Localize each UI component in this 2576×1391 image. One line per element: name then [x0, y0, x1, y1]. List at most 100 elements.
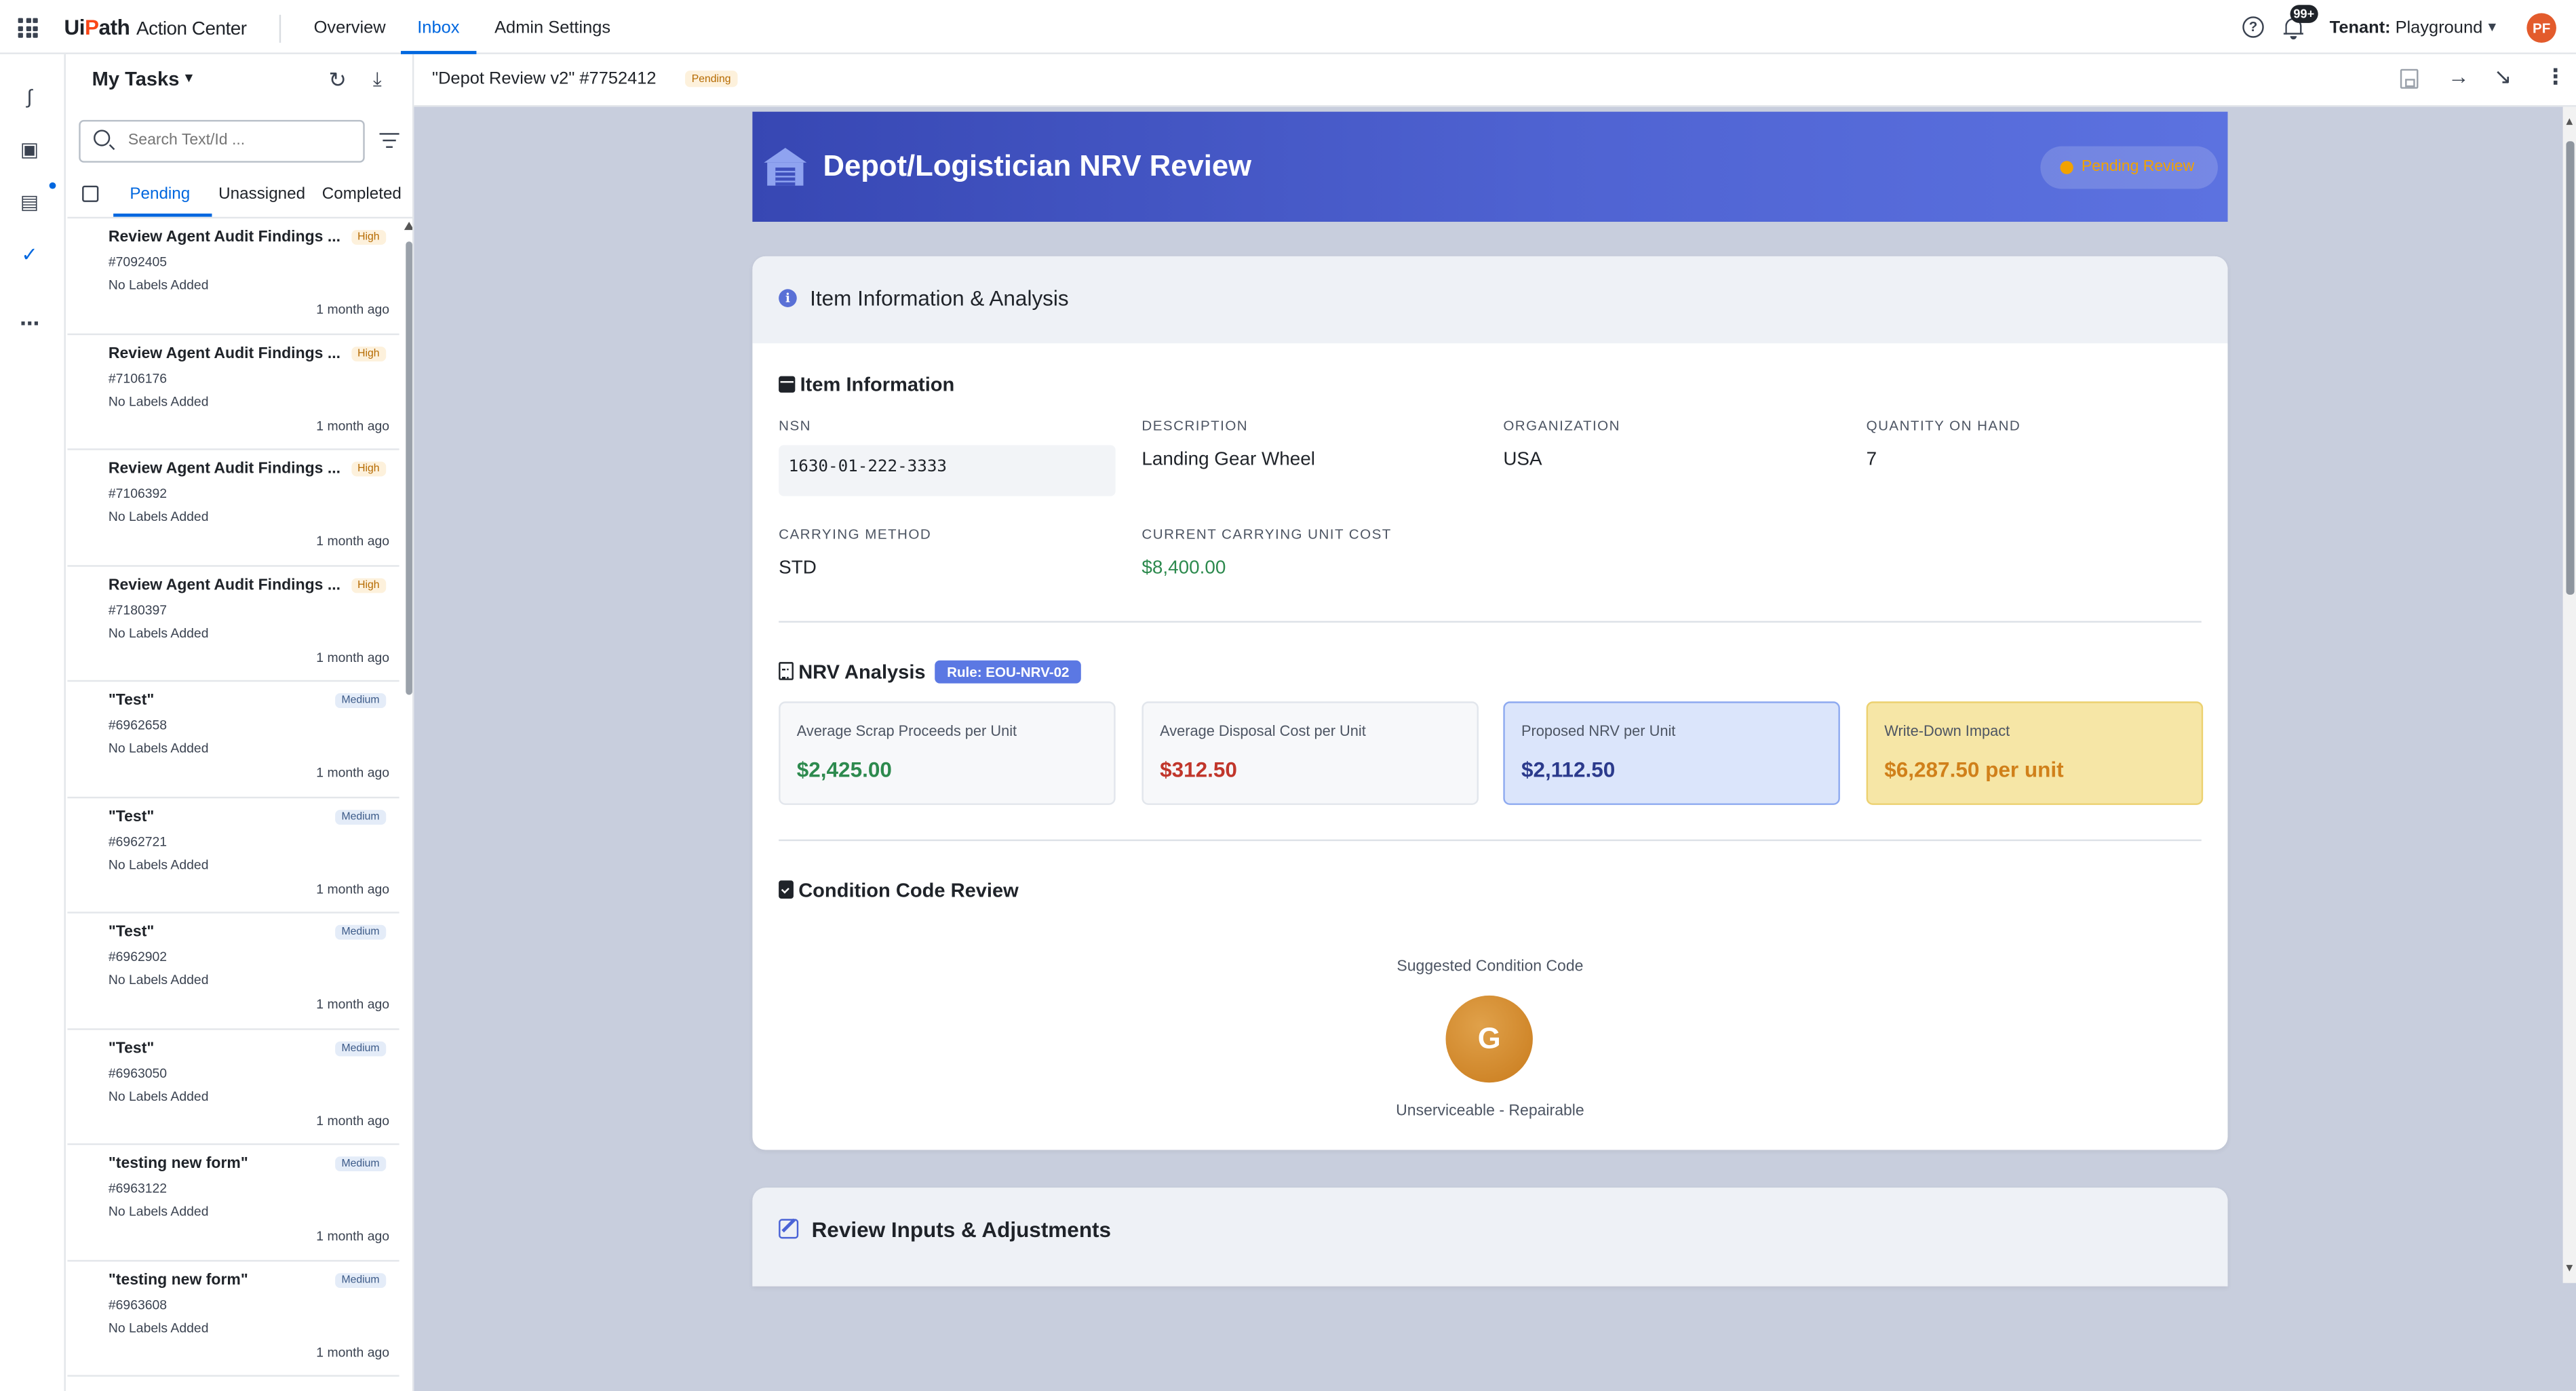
task-list-item[interactable]: Review Agent Audit Findings ... High #7092… — [67, 218, 399, 334]
save-icon[interactable] — [2400, 68, 2419, 89]
task-list: Review Agent Audit Findings ... High #7092… — [67, 218, 399, 1377]
organization-value: USA — [1503, 450, 1542, 470]
scroll-thumb[interactable] — [2566, 141, 2575, 595]
trend-icon[interactable]: ↘ — [2494, 64, 2512, 90]
task-id: #6962721 — [108, 834, 168, 849]
nsn-label: NSN — [779, 417, 811, 434]
carrying-method-label: CARRYING METHOD — [779, 526, 932, 543]
refresh-icon[interactable]: ↻ — [328, 67, 346, 94]
task-list-item[interactable]: "Test" Medium #6962902 No Labels Added 1 mon… — [67, 914, 399, 1030]
nsn-value: 1630-01-222-3333 — [788, 458, 947, 477]
nav-admin-settings[interactable]: Admin Settings — [494, 0, 610, 54]
edit-icon — [779, 1219, 799, 1239]
processes-icon[interactable]: ∫ — [18, 85, 41, 109]
action-center-app: UiPath Action Center Overview Inbox Admin… — [0, 0, 2576, 1391]
task-time: 1 month ago — [316, 1344, 390, 1360]
task-labels: No Labels Added — [108, 1320, 209, 1335]
description-value: Landing Gear Wheel — [1141, 450, 1315, 470]
task-header: "Depot Review v2" #7752412 Pending → ↘ ⋮ — [414, 54, 2576, 107]
metric-value: $2,425.00 — [796, 757, 892, 782]
pending-review-badge: Pending Review — [2040, 146, 2218, 189]
scroll-down-arrow[interactable] — [2566, 1265, 2573, 1272]
task-id: #7106392 — [108, 486, 168, 501]
task-list-item[interactable]: Review Agent Audit Findings ... High #7106… — [67, 450, 399, 566]
arrow-right-icon[interactable]: → — [2448, 64, 2469, 88]
calendar-icon — [779, 376, 796, 393]
task-id: #6963122 — [108, 1181, 168, 1196]
form-scrollbar[interactable] — [2564, 112, 2576, 1282]
priority-badge: High — [351, 345, 387, 361]
warehouse-icon — [764, 147, 807, 187]
description-label: DESCRIPTION — [1141, 417, 1249, 434]
unit-cost-label: CURRENT CARRYING UNIT COST — [1141, 526, 1392, 543]
scroll-up-arrow[interactable] — [404, 221, 412, 231]
select-all-checkbox[interactable] — [82, 185, 99, 202]
tab-pending[interactable]: Pending — [130, 186, 190, 204]
tenant-selector[interactable]: Playground — [2396, 18, 2483, 38]
priority-badge: Medium — [334, 693, 387, 708]
task-id: #7180397 — [108, 602, 168, 617]
tab-unassigned[interactable]: Unassigned — [218, 186, 305, 204]
more-vertical-icon[interactable]: ⋮ — [2545, 64, 2566, 90]
task-title: Review Agent Audit Findings ... — [108, 575, 341, 594]
priority-badge: Medium — [334, 1272, 387, 1287]
chevron-down-icon[interactable]: ▼ — [2486, 20, 2499, 35]
task-time: 1 month ago — [316, 1228, 390, 1244]
task-list-item[interactable]: "Test" Medium #6962721 No Labels Added 1 mon… — [67, 798, 399, 914]
brand-logo[interactable]: UiPath Action Center — [64, 15, 247, 39]
scrollbar[interactable] — [401, 218, 412, 1391]
task-title: "testing new form" — [108, 1154, 248, 1173]
more-icon[interactable]: ⋯ — [18, 312, 41, 335]
task-list-item[interactable]: "testing new form" Medium #6963608 No Label… — [67, 1261, 399, 1377]
nav-inbox[interactable]: Inbox — [401, 0, 476, 54]
chevron-down-icon[interactable]: ▼ — [182, 71, 195, 85]
task-list-item[interactable]: Review Agent Audit Findings ... High #7180… — [67, 566, 399, 682]
help-icon[interactable]: ? — [2242, 16, 2264, 38]
task-id: #6962902 — [108, 949, 168, 964]
task-time: 1 month ago — [316, 881, 390, 897]
carrying-method-value: STD — [779, 558, 817, 579]
download-icon[interactable]: ⤓ — [373, 67, 382, 92]
nrv-analysis-heading: NRV Analysis Rule: EOU-NRV-02 — [779, 660, 1081, 684]
filter-icon[interactable] — [379, 133, 399, 152]
clipboard-check-icon — [779, 880, 794, 899]
robot-icon[interactable]: ▤ — [18, 191, 41, 214]
left-rail: ∫ ▣ ▤ ✓ ⋯ — [0, 54, 66, 1391]
my-tasks-dropdown[interactable]: My Tasks — [92, 67, 180, 90]
task-title: "Test" — [108, 923, 155, 941]
metric-label: Average Disposal Cost per Unit — [1160, 722, 1366, 739]
scroll-up-arrow[interactable] — [2566, 118, 2573, 125]
task-list-item[interactable]: Review Agent Audit Findings ... High #7106… — [67, 334, 399, 450]
task-labels: No Labels Added — [108, 509, 209, 524]
task-list-item[interactable]: "testing new form" Medium #6963122 No Label… — [67, 1145, 399, 1261]
task-id: #6962658 — [108, 718, 168, 733]
metric-proposed-nrv: Proposed NRV per Unit $2,112.50 — [1503, 701, 1840, 805]
avatar[interactable]: PF — [2526, 13, 2556, 43]
task-title: Review Agent Audit Findings ... — [108, 228, 341, 247]
app-launcher-icon[interactable] — [18, 18, 38, 38]
form-banner: Depot/Logistician NRV Review Pending Rev… — [752, 111, 2228, 222]
task-list-panel: My Tasks ▼ ↻ ⤓ Pending Unassigned Comple… — [67, 54, 414, 1391]
task-id: #7106176 — [108, 370, 168, 386]
task-list-item[interactable]: "Test" Medium #6963050 No Labels Added 1 mon… — [67, 1030, 399, 1145]
divider — [279, 14, 281, 43]
scroll-thumb[interactable] — [406, 241, 412, 695]
tenant-label: Tenant: — [2329, 18, 2391, 38]
priority-badge: High — [351, 461, 387, 477]
tab-completed[interactable]: Completed — [322, 186, 402, 204]
card-header: i Item Information & Analysis — [752, 256, 2228, 344]
priority-badge: High — [351, 230, 387, 245]
task-title: Review Agent Audit Findings ... — [108, 344, 341, 363]
search-input[interactable] — [128, 131, 359, 150]
metric-write-down-impact: Write-Down Impact $6,287.50 per unit — [1866, 701, 2204, 805]
task-time: 1 month ago — [316, 997, 390, 1013]
suggested-code-label: Suggested Condition Code — [1397, 958, 1584, 976]
task-list-item[interactable]: "Test" Medium #6962658 No Labels Added 1 mon… — [67, 682, 399, 798]
task-title: "testing new form" — [108, 1270, 248, 1289]
task-time: 1 month ago — [316, 1113, 390, 1128]
monitor-icon[interactable]: ▣ — [18, 138, 41, 161]
tasks-icon[interactable]: ✓ — [18, 243, 41, 266]
task-id: #7092405 — [108, 254, 168, 270]
nav-overview[interactable]: Overview — [314, 0, 386, 54]
task-labels: No Labels Added — [108, 393, 209, 408]
